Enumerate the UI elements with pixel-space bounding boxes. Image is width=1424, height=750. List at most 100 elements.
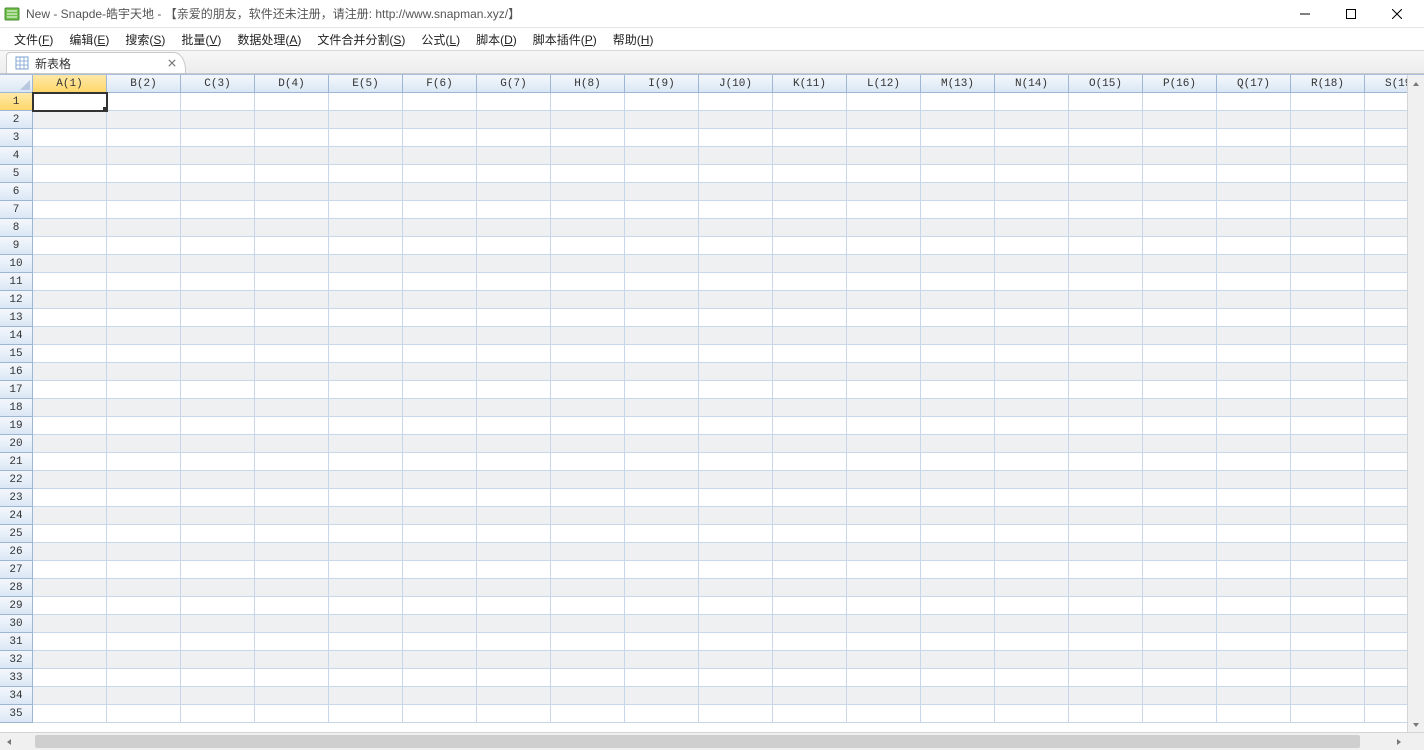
cell[interactable] bbox=[847, 309, 921, 327]
cell[interactable] bbox=[1291, 291, 1365, 309]
cell[interactable] bbox=[477, 309, 551, 327]
cell[interactable] bbox=[1217, 291, 1291, 309]
cell[interactable] bbox=[773, 453, 847, 471]
cell[interactable] bbox=[1217, 543, 1291, 561]
row-header[interactable]: 7 bbox=[0, 201, 33, 219]
cell[interactable] bbox=[699, 363, 773, 381]
cell[interactable] bbox=[181, 399, 255, 417]
cell[interactable] bbox=[625, 651, 699, 669]
cell[interactable] bbox=[773, 309, 847, 327]
cell[interactable] bbox=[1217, 309, 1291, 327]
cell[interactable] bbox=[773, 507, 847, 525]
cell[interactable] bbox=[921, 615, 995, 633]
cell[interactable] bbox=[773, 237, 847, 255]
row-header[interactable]: 24 bbox=[0, 507, 33, 525]
horizontal-scrollbar[interactable] bbox=[0, 732, 1424, 750]
cell[interactable] bbox=[551, 147, 625, 165]
cell[interactable] bbox=[477, 291, 551, 309]
cell[interactable] bbox=[1217, 651, 1291, 669]
cell[interactable] bbox=[625, 219, 699, 237]
cell[interactable] bbox=[773, 633, 847, 651]
cell[interactable] bbox=[773, 561, 847, 579]
cell[interactable] bbox=[551, 237, 625, 255]
cell[interactable] bbox=[107, 435, 181, 453]
cell[interactable] bbox=[477, 219, 551, 237]
cell[interactable] bbox=[1291, 543, 1365, 561]
cell[interactable] bbox=[1069, 111, 1143, 129]
cell[interactable] bbox=[1069, 309, 1143, 327]
cell[interactable] bbox=[625, 453, 699, 471]
cell[interactable] bbox=[403, 399, 477, 417]
cell[interactable] bbox=[1069, 633, 1143, 651]
row-header[interactable]: 16 bbox=[0, 363, 33, 381]
cell[interactable] bbox=[625, 309, 699, 327]
column-header[interactable]: B(2) bbox=[107, 75, 181, 93]
cell[interactable] bbox=[403, 471, 477, 489]
cell[interactable] bbox=[551, 597, 625, 615]
cell[interactable] bbox=[181, 111, 255, 129]
cell[interactable] bbox=[255, 345, 329, 363]
cell[interactable] bbox=[625, 435, 699, 453]
cell[interactable] bbox=[329, 435, 403, 453]
cell[interactable] bbox=[329, 237, 403, 255]
cell[interactable] bbox=[625, 471, 699, 489]
cell[interactable] bbox=[255, 201, 329, 219]
cell[interactable] bbox=[477, 561, 551, 579]
cell[interactable] bbox=[1143, 687, 1217, 705]
cell[interactable] bbox=[1143, 381, 1217, 399]
cell[interactable] bbox=[921, 147, 995, 165]
cell[interactable] bbox=[255, 651, 329, 669]
cell[interactable] bbox=[1291, 525, 1365, 543]
cell[interactable] bbox=[1291, 507, 1365, 525]
cell[interactable] bbox=[1291, 471, 1365, 489]
column-header[interactable]: D(4) bbox=[255, 75, 329, 93]
row-header[interactable]: 14 bbox=[0, 327, 33, 345]
cell[interactable] bbox=[625, 327, 699, 345]
cell[interactable] bbox=[1217, 669, 1291, 687]
cell[interactable] bbox=[625, 93, 699, 111]
cell[interactable] bbox=[551, 363, 625, 381]
cell[interactable] bbox=[181, 579, 255, 597]
cell[interactable] bbox=[477, 669, 551, 687]
cell[interactable] bbox=[33, 399, 107, 417]
cell[interactable] bbox=[847, 561, 921, 579]
cell[interactable] bbox=[477, 633, 551, 651]
cell[interactable] bbox=[995, 255, 1069, 273]
cell[interactable] bbox=[995, 561, 1069, 579]
cell[interactable] bbox=[921, 507, 995, 525]
cell[interactable] bbox=[995, 381, 1069, 399]
cell[interactable] bbox=[847, 633, 921, 651]
cell[interactable] bbox=[329, 273, 403, 291]
cell[interactable] bbox=[181, 219, 255, 237]
cell[interactable] bbox=[921, 237, 995, 255]
hscroll-thumb[interactable] bbox=[35, 735, 1360, 748]
cell[interactable] bbox=[699, 237, 773, 255]
row-header[interactable]: 35 bbox=[0, 705, 33, 723]
cell[interactable] bbox=[181, 381, 255, 399]
cell[interactable] bbox=[1217, 381, 1291, 399]
cell[interactable] bbox=[1217, 201, 1291, 219]
cell[interactable] bbox=[1291, 237, 1365, 255]
cell[interactable] bbox=[181, 615, 255, 633]
cell[interactable] bbox=[33, 363, 107, 381]
cell[interactable] bbox=[403, 111, 477, 129]
cell[interactable] bbox=[255, 471, 329, 489]
cell[interactable] bbox=[1069, 615, 1143, 633]
cell[interactable] bbox=[995, 399, 1069, 417]
cell[interactable] bbox=[995, 507, 1069, 525]
cell[interactable] bbox=[1291, 597, 1365, 615]
maximize-button[interactable] bbox=[1328, 0, 1374, 28]
cell[interactable] bbox=[477, 111, 551, 129]
cell[interactable] bbox=[699, 633, 773, 651]
cell[interactable] bbox=[921, 525, 995, 543]
cell[interactable] bbox=[847, 615, 921, 633]
cell[interactable] bbox=[1217, 255, 1291, 273]
cell[interactable] bbox=[181, 471, 255, 489]
cell[interactable] bbox=[1217, 687, 1291, 705]
cell[interactable] bbox=[1291, 201, 1365, 219]
cell[interactable] bbox=[329, 219, 403, 237]
cell[interactable] bbox=[255, 705, 329, 723]
cell[interactable] bbox=[1069, 237, 1143, 255]
cell[interactable] bbox=[773, 201, 847, 219]
cell[interactable] bbox=[181, 651, 255, 669]
